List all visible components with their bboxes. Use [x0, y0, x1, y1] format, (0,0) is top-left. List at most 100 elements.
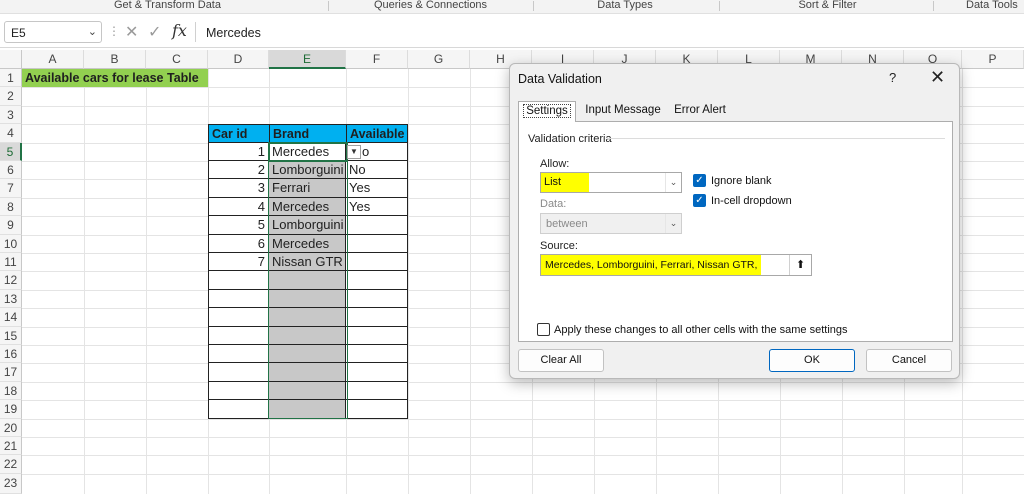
car-id-cell[interactable]: 3: [208, 179, 269, 198]
in-cell-dropdown-label[interactable]: In-cell dropdown: [711, 195, 792, 207]
ribbon-group-queries[interactable]: Queries & Connections: [358, 0, 503, 14]
empty-table-cell[interactable]: [269, 400, 346, 419]
help-icon[interactable]: ?: [889, 70, 896, 85]
row-header-2[interactable]: 2: [0, 87, 22, 106]
brand-cell[interactable]: Ferrari: [269, 179, 346, 198]
apply-all-checkbox[interactable]: [537, 323, 550, 336]
row-header-6[interactable]: 6: [0, 161, 22, 180]
empty-table-cell[interactable]: [346, 326, 408, 345]
brand-cell[interactable]: Mercedes: [269, 142, 346, 161]
tab-settings[interactable]: Settings: [518, 101, 576, 122]
cancel-icon[interactable]: ✕: [125, 22, 138, 42]
ignore-blank-label[interactable]: Ignore blank: [711, 175, 772, 187]
column-header-g[interactable]: G: [408, 50, 470, 69]
row-header-8[interactable]: 8: [0, 197, 22, 217]
available-cell[interactable]: No: [346, 161, 408, 180]
row-header-13[interactable]: 13: [0, 289, 22, 309]
tab-error-alert[interactable]: Error Alert: [668, 101, 732, 122]
row-header-21[interactable]: 21: [0, 437, 22, 456]
allow-select[interactable]: List ⌄: [540, 172, 682, 193]
empty-table-cell[interactable]: [269, 381, 346, 401]
empty-table-cell[interactable]: [269, 363, 346, 382]
available-cell[interactable]: Yes: [346, 179, 408, 198]
empty-table-cell[interactable]: [208, 271, 269, 290]
empty-table-cell[interactable]: [269, 326, 346, 345]
clear-all-button[interactable]: Clear All: [518, 349, 604, 372]
row-header-18[interactable]: 18: [0, 381, 22, 401]
car-id-cell[interactable]: 2: [208, 161, 269, 180]
row-header-11[interactable]: 11: [0, 253, 22, 272]
column-header-a[interactable]: A: [22, 50, 84, 69]
row-header-14[interactable]: 14: [0, 308, 22, 327]
cancel-button[interactable]: Cancel: [866, 349, 952, 372]
empty-table-cell[interactable]: [346, 308, 408, 327]
column-header-f[interactable]: F: [346, 50, 408, 69]
available-cell[interactable]: Yes: [346, 197, 408, 217]
column-header-e[interactable]: E: [269, 50, 346, 69]
column-header-c[interactable]: C: [146, 50, 208, 69]
car-id-cell[interactable]: 4: [208, 197, 269, 217]
ignore-blank-checkbox[interactable]: ✓: [693, 174, 706, 187]
row-header-4[interactable]: 4: [0, 124, 22, 143]
brand-cell[interactable]: Lomborguini: [269, 161, 346, 180]
available-cell[interactable]: [346, 216, 408, 235]
in-cell-dropdown-checkbox[interactable]: ✓: [693, 194, 706, 207]
empty-table-cell[interactable]: [346, 345, 408, 364]
close-icon[interactable]: ✕: [930, 67, 945, 88]
empty-table-cell[interactable]: [269, 308, 346, 327]
chevron-down-icon[interactable]: ⌄: [665, 173, 681, 192]
ribbon-group-get-transform[interactable]: Get & Transform Data: [95, 0, 240, 14]
collapse-dialog-icon[interactable]: ⬆: [789, 255, 811, 275]
empty-table-cell[interactable]: [346, 289, 408, 309]
ribbon-group-data-types[interactable]: Data Types: [580, 0, 670, 14]
row-header-19[interactable]: 19: [0, 400, 22, 419]
row-header-20[interactable]: 20: [0, 418, 22, 437]
column-header-b[interactable]: B: [84, 50, 146, 69]
table-title[interactable]: Available cars for lease Table: [22, 69, 208, 88]
empty-table-cell[interactable]: [208, 289, 269, 309]
row-header-10[interactable]: 10: [0, 234, 22, 253]
ribbon-group-data-tools[interactable]: Data Tools: [966, 0, 1024, 14]
empty-table-cell[interactable]: [269, 345, 346, 364]
car-id-cell[interactable]: 6: [208, 234, 269, 253]
cell-dropdown-arrow-icon[interactable]: ▼: [347, 145, 361, 159]
insert-function-icon[interactable]: fx: [172, 21, 187, 40]
column-header-p[interactable]: P: [962, 50, 1024, 69]
confirm-icon[interactable]: ✓: [148, 22, 161, 42]
row-header-3[interactable]: 3: [0, 105, 22, 125]
empty-table-cell[interactable]: [208, 381, 269, 401]
chevron-down-icon[interactable]: ⌄: [665, 214, 681, 233]
row-header-16[interactable]: 16: [0, 345, 22, 364]
empty-table-cell[interactable]: [208, 326, 269, 345]
available-cell[interactable]: [346, 234, 408, 253]
more-options-icon[interactable]: ⋮: [108, 24, 120, 38]
source-input[interactable]: Mercedes, Lomborguini, Ferrari, Nissan G…: [540, 254, 812, 276]
empty-table-cell[interactable]: [208, 400, 269, 419]
row-header-23[interactable]: 23: [0, 473, 22, 494]
row-header-1[interactable]: 1: [0, 69, 22, 88]
header-brand[interactable]: Brand: [269, 124, 347, 143]
empty-table-cell[interactable]: [269, 289, 346, 309]
empty-table-cell[interactable]: [208, 308, 269, 327]
row-header-9[interactable]: 9: [0, 216, 22, 235]
empty-table-cell[interactable]: [346, 400, 408, 419]
row-header-12[interactable]: 12: [0, 271, 22, 290]
ribbon-group-sort-filter[interactable]: Sort & Filter: [780, 0, 875, 14]
brand-cell[interactable]: Lomborguini: [269, 216, 346, 235]
row-header-5[interactable]: 5: [0, 142, 22, 161]
available-cell[interactable]: [346, 253, 408, 272]
row-header-15[interactable]: 15: [0, 326, 22, 345]
brand-cell[interactable]: Nissan GTR: [269, 253, 346, 272]
apply-all-label[interactable]: Apply these changes to all other cells w…: [554, 324, 848, 336]
ok-button[interactable]: OK: [769, 349, 855, 372]
data-select[interactable]: between ⌄: [540, 213, 682, 234]
row-header-7[interactable]: 7: [0, 179, 22, 198]
car-id-cell[interactable]: 7: [208, 253, 269, 272]
car-id-cell[interactable]: 1: [208, 142, 269, 161]
empty-table-cell[interactable]: [208, 363, 269, 382]
empty-table-cell[interactable]: [208, 345, 269, 364]
select-all-corner[interactable]: [0, 50, 22, 69]
brand-cell[interactable]: Mercedes: [269, 234, 346, 253]
empty-table-cell[interactable]: [346, 381, 408, 401]
brand-cell[interactable]: Mercedes: [269, 197, 346, 217]
